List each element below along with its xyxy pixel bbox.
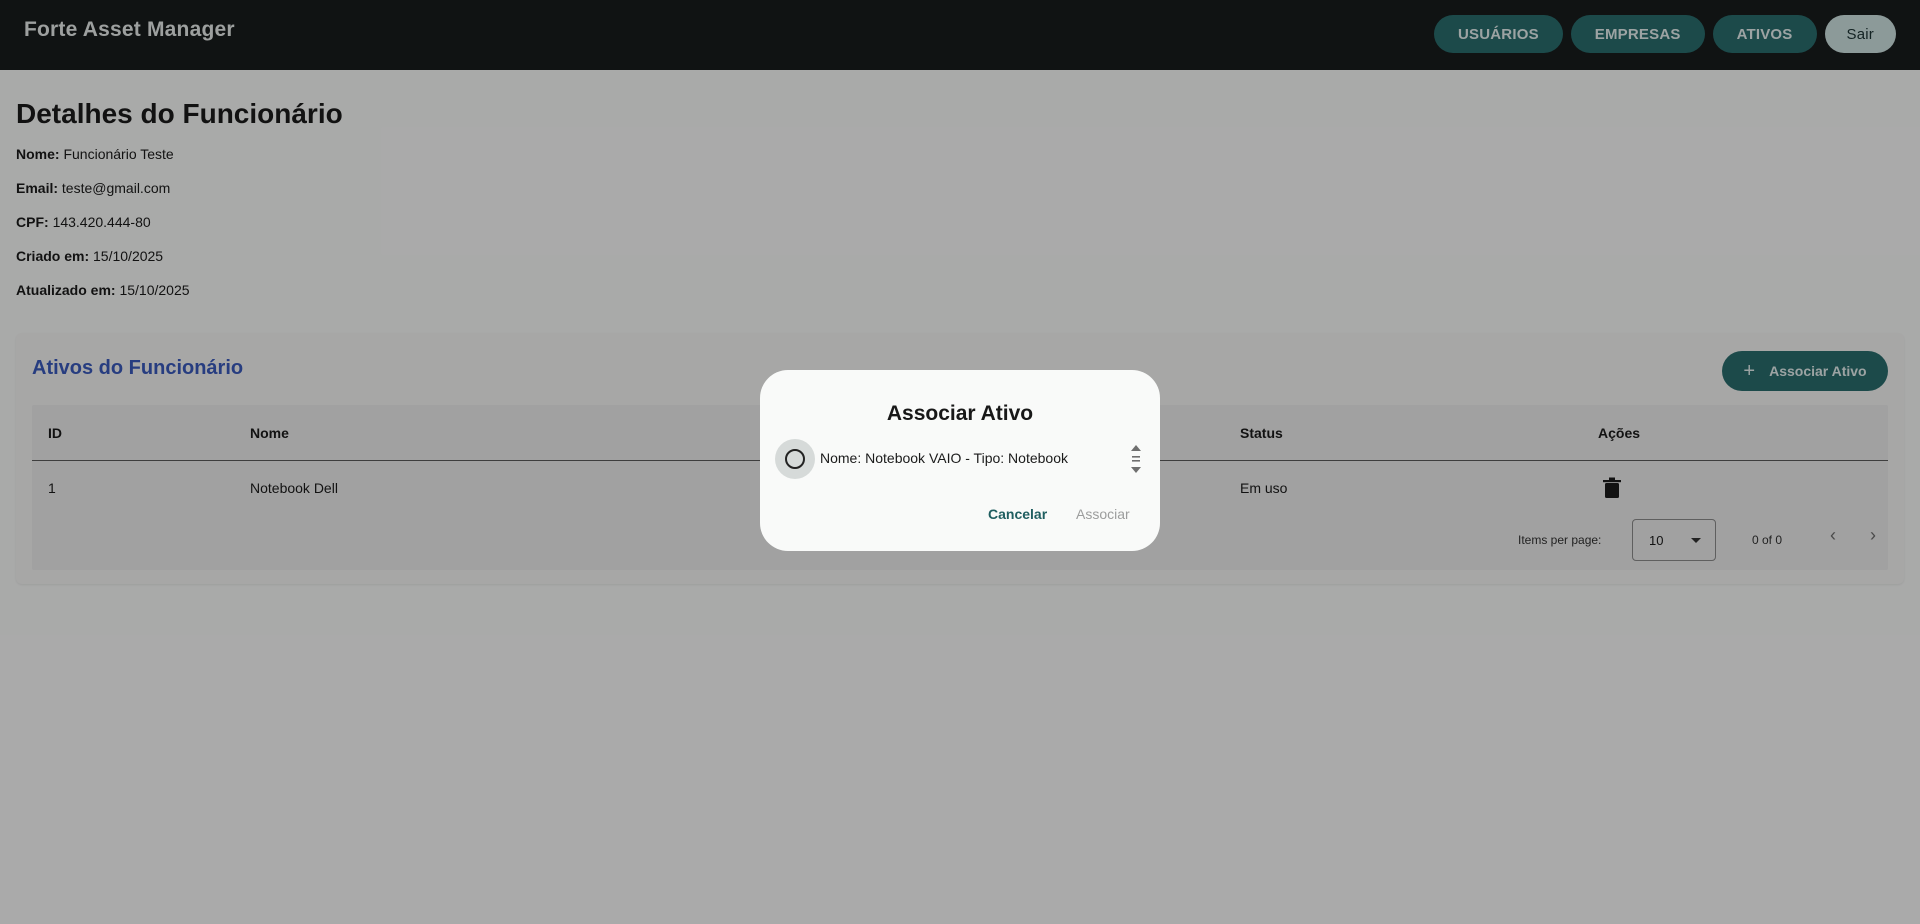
- scroll-arrows-icon[interactable]: [1130, 444, 1142, 474]
- cancel-button[interactable]: Cancelar: [988, 506, 1047, 522]
- asset-option-label[interactable]: Nome: Notebook VAIO - Tipo: Notebook: [820, 450, 1068, 466]
- asset-option-radio[interactable]: [775, 439, 815, 479]
- associate-asset-dialog: Associar Ativo Nome: Notebook VAIO - Tip…: [760, 370, 1160, 551]
- dialog-title: Associar Ativo: [886, 402, 1034, 425]
- confirm-associate-button[interactable]: Associar: [1076, 506, 1130, 522]
- radio-circle-icon: [785, 449, 805, 469]
